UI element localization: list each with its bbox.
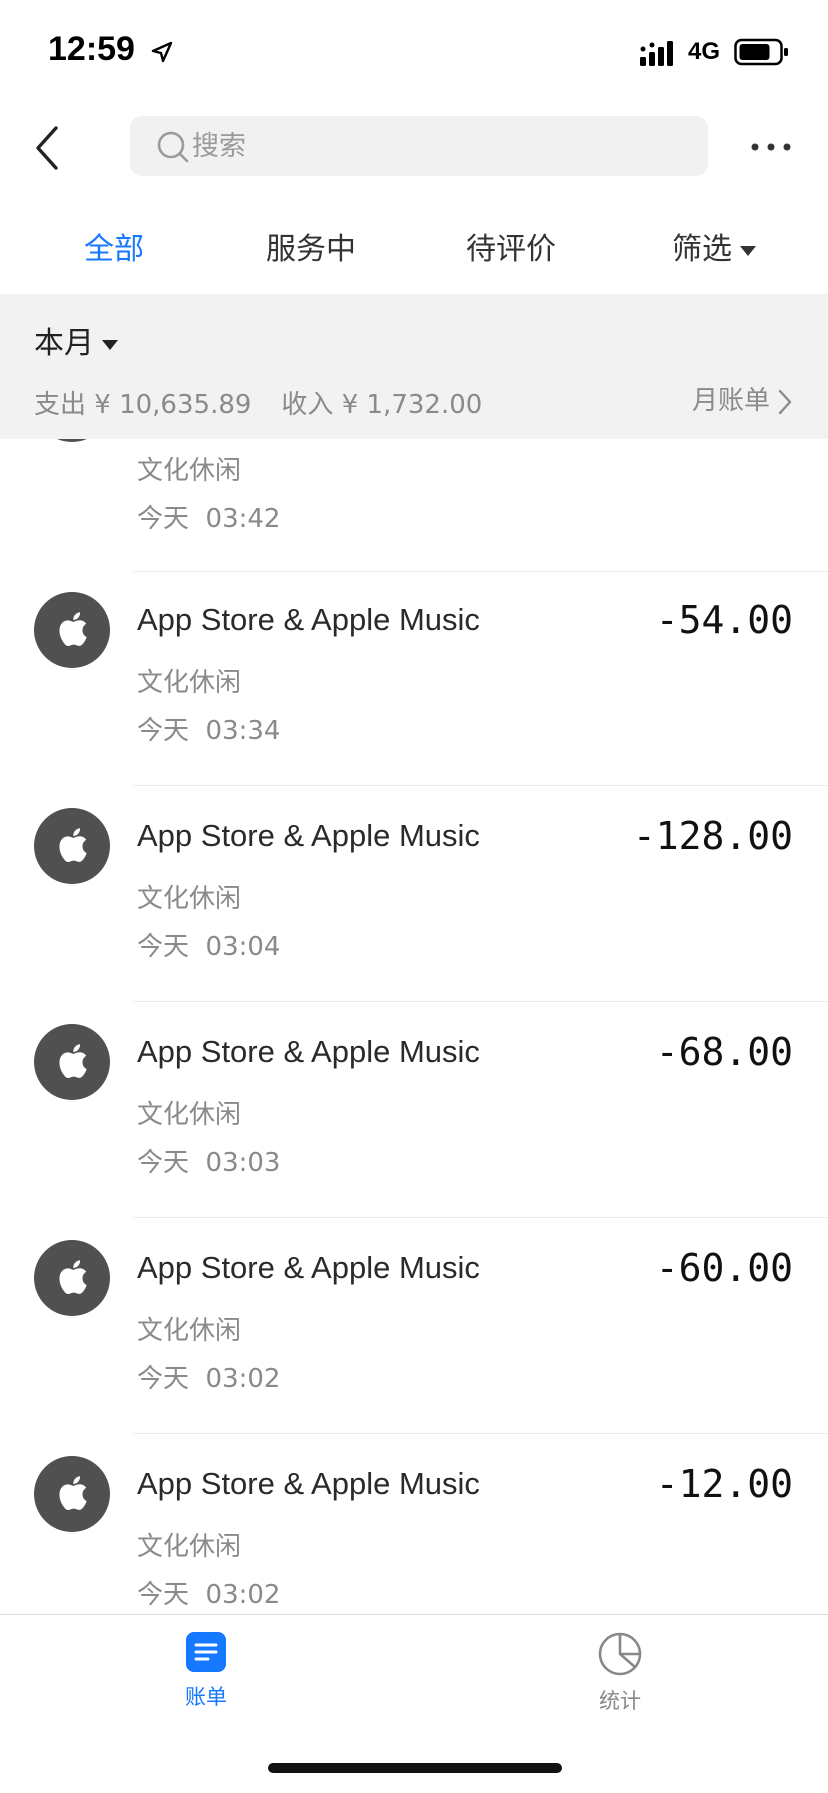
transaction-list: 文化休闲 今天 03:42 App Store & Apple Music 文化… <box>0 0 828 1615</box>
time-label: 03:03 <box>205 1148 281 1178</box>
tab-stats-label: 统计 <box>599 1689 641 1713</box>
category-label: 文化休闲 <box>137 1532 242 1562</box>
category-label: 文化休闲 <box>137 1100 242 1130</box>
amount: -60.00 <box>655 1246 793 1290</box>
monthly-bill-label: 月账单 <box>691 386 770 416</box>
apple-logo-icon <box>59 1044 87 1079</box>
merchant-avatar <box>34 592 110 668</box>
transaction-time: 今天 03:04 <box>137 926 280 963</box>
bottom-tab-bar: 账单 统计 <box>0 1614 828 1793</box>
amount: -12.00 <box>655 1462 793 1506</box>
income-label: 收入 <box>281 390 334 420</box>
transaction-time: 今天 03:03 <box>137 1142 280 1179</box>
transaction-time: 今天 03:34 <box>137 710 280 747</box>
time-label: 03:02 <box>205 1364 281 1394</box>
time-label: 03:02 <box>205 1580 281 1610</box>
time-label: 03:04 <box>205 932 281 962</box>
merchant-name: App Store & Apple Music <box>137 1466 480 1501</box>
category-label: 文化休闲 <box>137 668 242 698</box>
chevron-right-icon <box>778 389 792 414</box>
date-label: 今天 <box>137 1580 190 1610</box>
transaction-row[interactable]: App Store & Apple Music 文化休闲 今天 03:03 -6… <box>0 1002 828 1218</box>
monthly-bill-link[interactable]: 月账单 <box>692 380 794 417</box>
bill-list-icon <box>186 1632 226 1672</box>
merchant-avatar <box>34 1024 110 1100</box>
expense-label: 支出 <box>34 390 87 420</box>
date-label: 今天 <box>137 716 190 746</box>
tab-bill[interactable]: 账单 <box>146 1631 266 1711</box>
merchant-name: App Store & Apple Music <box>137 1034 480 1069</box>
merchant-avatar <box>34 808 110 884</box>
apple-logo-icon <box>59 1476 87 1511</box>
tab-bill-label: 账单 <box>185 1685 227 1709</box>
month-selector[interactable]: 本月 <box>34 318 118 362</box>
apple-logo-icon <box>59 612 87 647</box>
transaction-time: 今天 03:02 <box>137 1358 280 1395</box>
date-label: 今天 <box>137 504 190 534</box>
merchant-name: App Store & Apple Music <box>137 602 480 637</box>
transaction-time: 今天 03:02 <box>137 1574 280 1611</box>
transaction-row[interactable]: App Store & Apple Music 文化休闲 今天 03:02 -1… <box>0 1434 828 1615</box>
month-summary-panel: 本月 支出 ¥ 10,635.89 收入 ¥ 1,732.00 月账单 <box>0 294 828 439</box>
tab-stats[interactable]: 统计 <box>560 1631 680 1715</box>
merchant-name: App Store & Apple Music <box>137 1250 480 1285</box>
summary-totals: 支出 ¥ 10,635.89 收入 ¥ 1,732.00 <box>34 384 482 421</box>
time-label: 03:42 <box>205 504 281 534</box>
income-value: ¥ 1,732.00 <box>341 390 483 420</box>
merchant-avatar <box>34 1240 110 1316</box>
transaction-row[interactable]: App Store & Apple Music 文化休闲 今天 03:02 -6… <box>0 1218 828 1434</box>
merchant-avatar <box>34 1456 110 1532</box>
amount: -54.00 <box>655 598 793 642</box>
date-label: 今天 <box>137 932 190 962</box>
transaction-time: 今天 03:42 <box>137 498 280 535</box>
date-label: 今天 <box>137 1364 190 1394</box>
merchant-name: App Store & Apple Music <box>137 818 480 853</box>
amount: -128.00 <box>632 814 793 858</box>
transaction-row[interactable]: App Store & Apple Music 文化休闲 今天 03:34 -5… <box>0 570 828 786</box>
pie-chart-icon <box>598 1632 642 1676</box>
amount: -68.00 <box>655 1030 793 1074</box>
date-label: 今天 <box>137 1148 190 1178</box>
transaction-row[interactable]: App Store & Apple Music 文化休闲 今天 03:04 -1… <box>0 786 828 1002</box>
apple-logo-icon <box>59 828 87 863</box>
category-label: 文化休闲 <box>137 1316 242 1346</box>
month-label: 本月 <box>34 326 94 361</box>
caret-down-icon <box>102 339 118 350</box>
apple-logo-icon <box>59 1260 87 1295</box>
expense-value: ¥ 10,635.89 <box>94 390 252 420</box>
category-label: 文化休闲 <box>137 884 242 914</box>
time-label: 03:34 <box>205 716 281 746</box>
category-label: 文化休闲 <box>137 456 242 486</box>
home-indicator[interactable] <box>268 1763 562 1773</box>
